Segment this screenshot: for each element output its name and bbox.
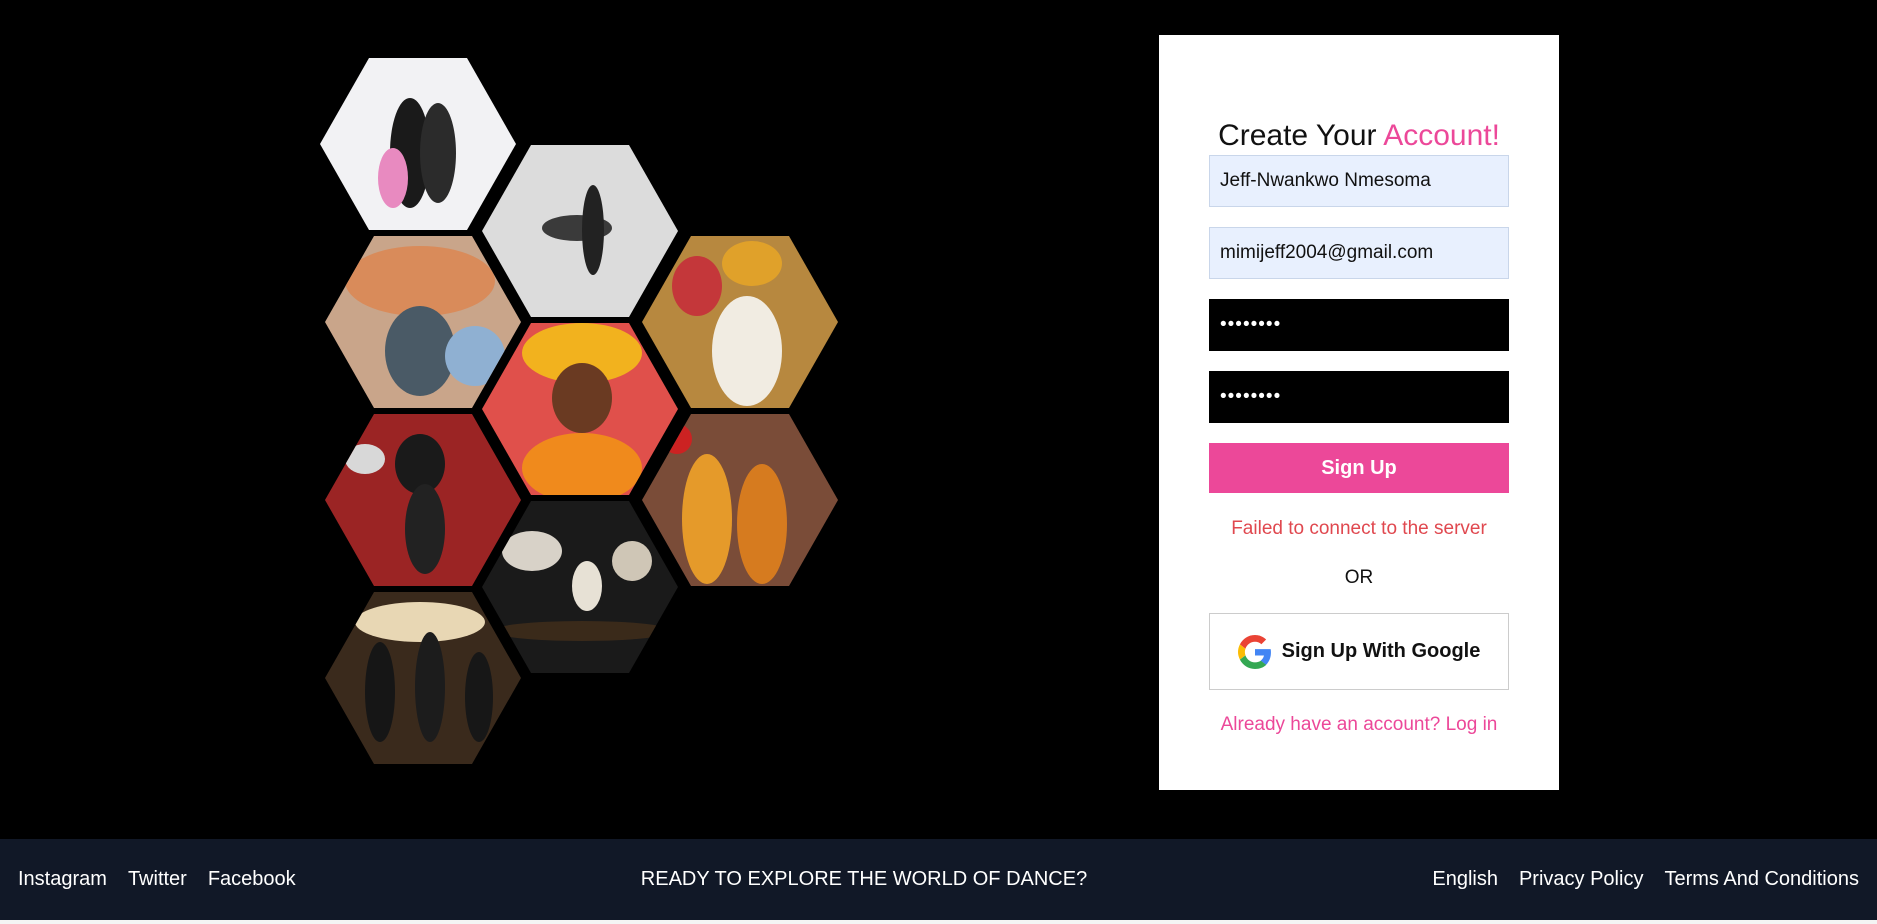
photo-dance-crew-stage-lights (325, 592, 521, 764)
footer-links: English Privacy Policy Terms And Conditi… (1432, 839, 1859, 920)
language-link[interactable]: English (1432, 868, 1498, 891)
title-accent: Account! (1383, 119, 1500, 152)
footer-tagline: READY TO EXPLORE THE WORLD OF DANCE? (640, 868, 1088, 890)
footer: Instagram Twitter Facebook READY TO EXPL… (0, 839, 1877, 920)
photo-street-dance-mural (325, 236, 521, 408)
dance-photo-collage (320, 58, 840, 770)
photo-african-dancers-festival (642, 236, 838, 408)
google-button-label: Sign Up With Google (1281, 640, 1481, 662)
photo-group-stage-leap (482, 501, 678, 673)
email-input[interactable] (1209, 227, 1509, 279)
full-name-input[interactable] (1209, 155, 1509, 207)
page-title: Create Your Account! (1159, 119, 1559, 153)
confirm-password-input[interactable] (1209, 371, 1509, 423)
photo-dancer-floral-headdress (482, 323, 678, 495)
terms-link[interactable]: Terms And Conditions (1664, 868, 1859, 891)
signup-button[interactable]: Sign Up (1209, 443, 1509, 493)
page-background: Create Your Account! Sign Up Failed to c… (0, 0, 1877, 839)
privacy-policy-link[interactable]: Privacy Policy (1519, 868, 1643, 891)
photo-dancer-leaping-red-backdrop (325, 414, 521, 586)
photo-dancers-traditional-outfits (642, 414, 838, 586)
signup-card: Create Your Account! Sign Up Failed to c… (1159, 35, 1559, 790)
password-input[interactable] (1209, 299, 1509, 351)
photo-dancers-duo-high-kick (320, 58, 516, 230)
title-prefix: Create Your (1218, 119, 1384, 152)
google-g-icon (1237, 634, 1272, 669)
bottom-strip (0, 920, 1877, 924)
photo-contemporary-dance-lift (482, 145, 678, 317)
google-signup-button[interactable]: Sign Up With Google (1209, 613, 1509, 690)
or-divider: OR (1344, 567, 1374, 588)
login-link[interactable]: Already have an account? Log in (1159, 714, 1559, 736)
error-message: Failed to connect to the server (1231, 518, 1487, 539)
